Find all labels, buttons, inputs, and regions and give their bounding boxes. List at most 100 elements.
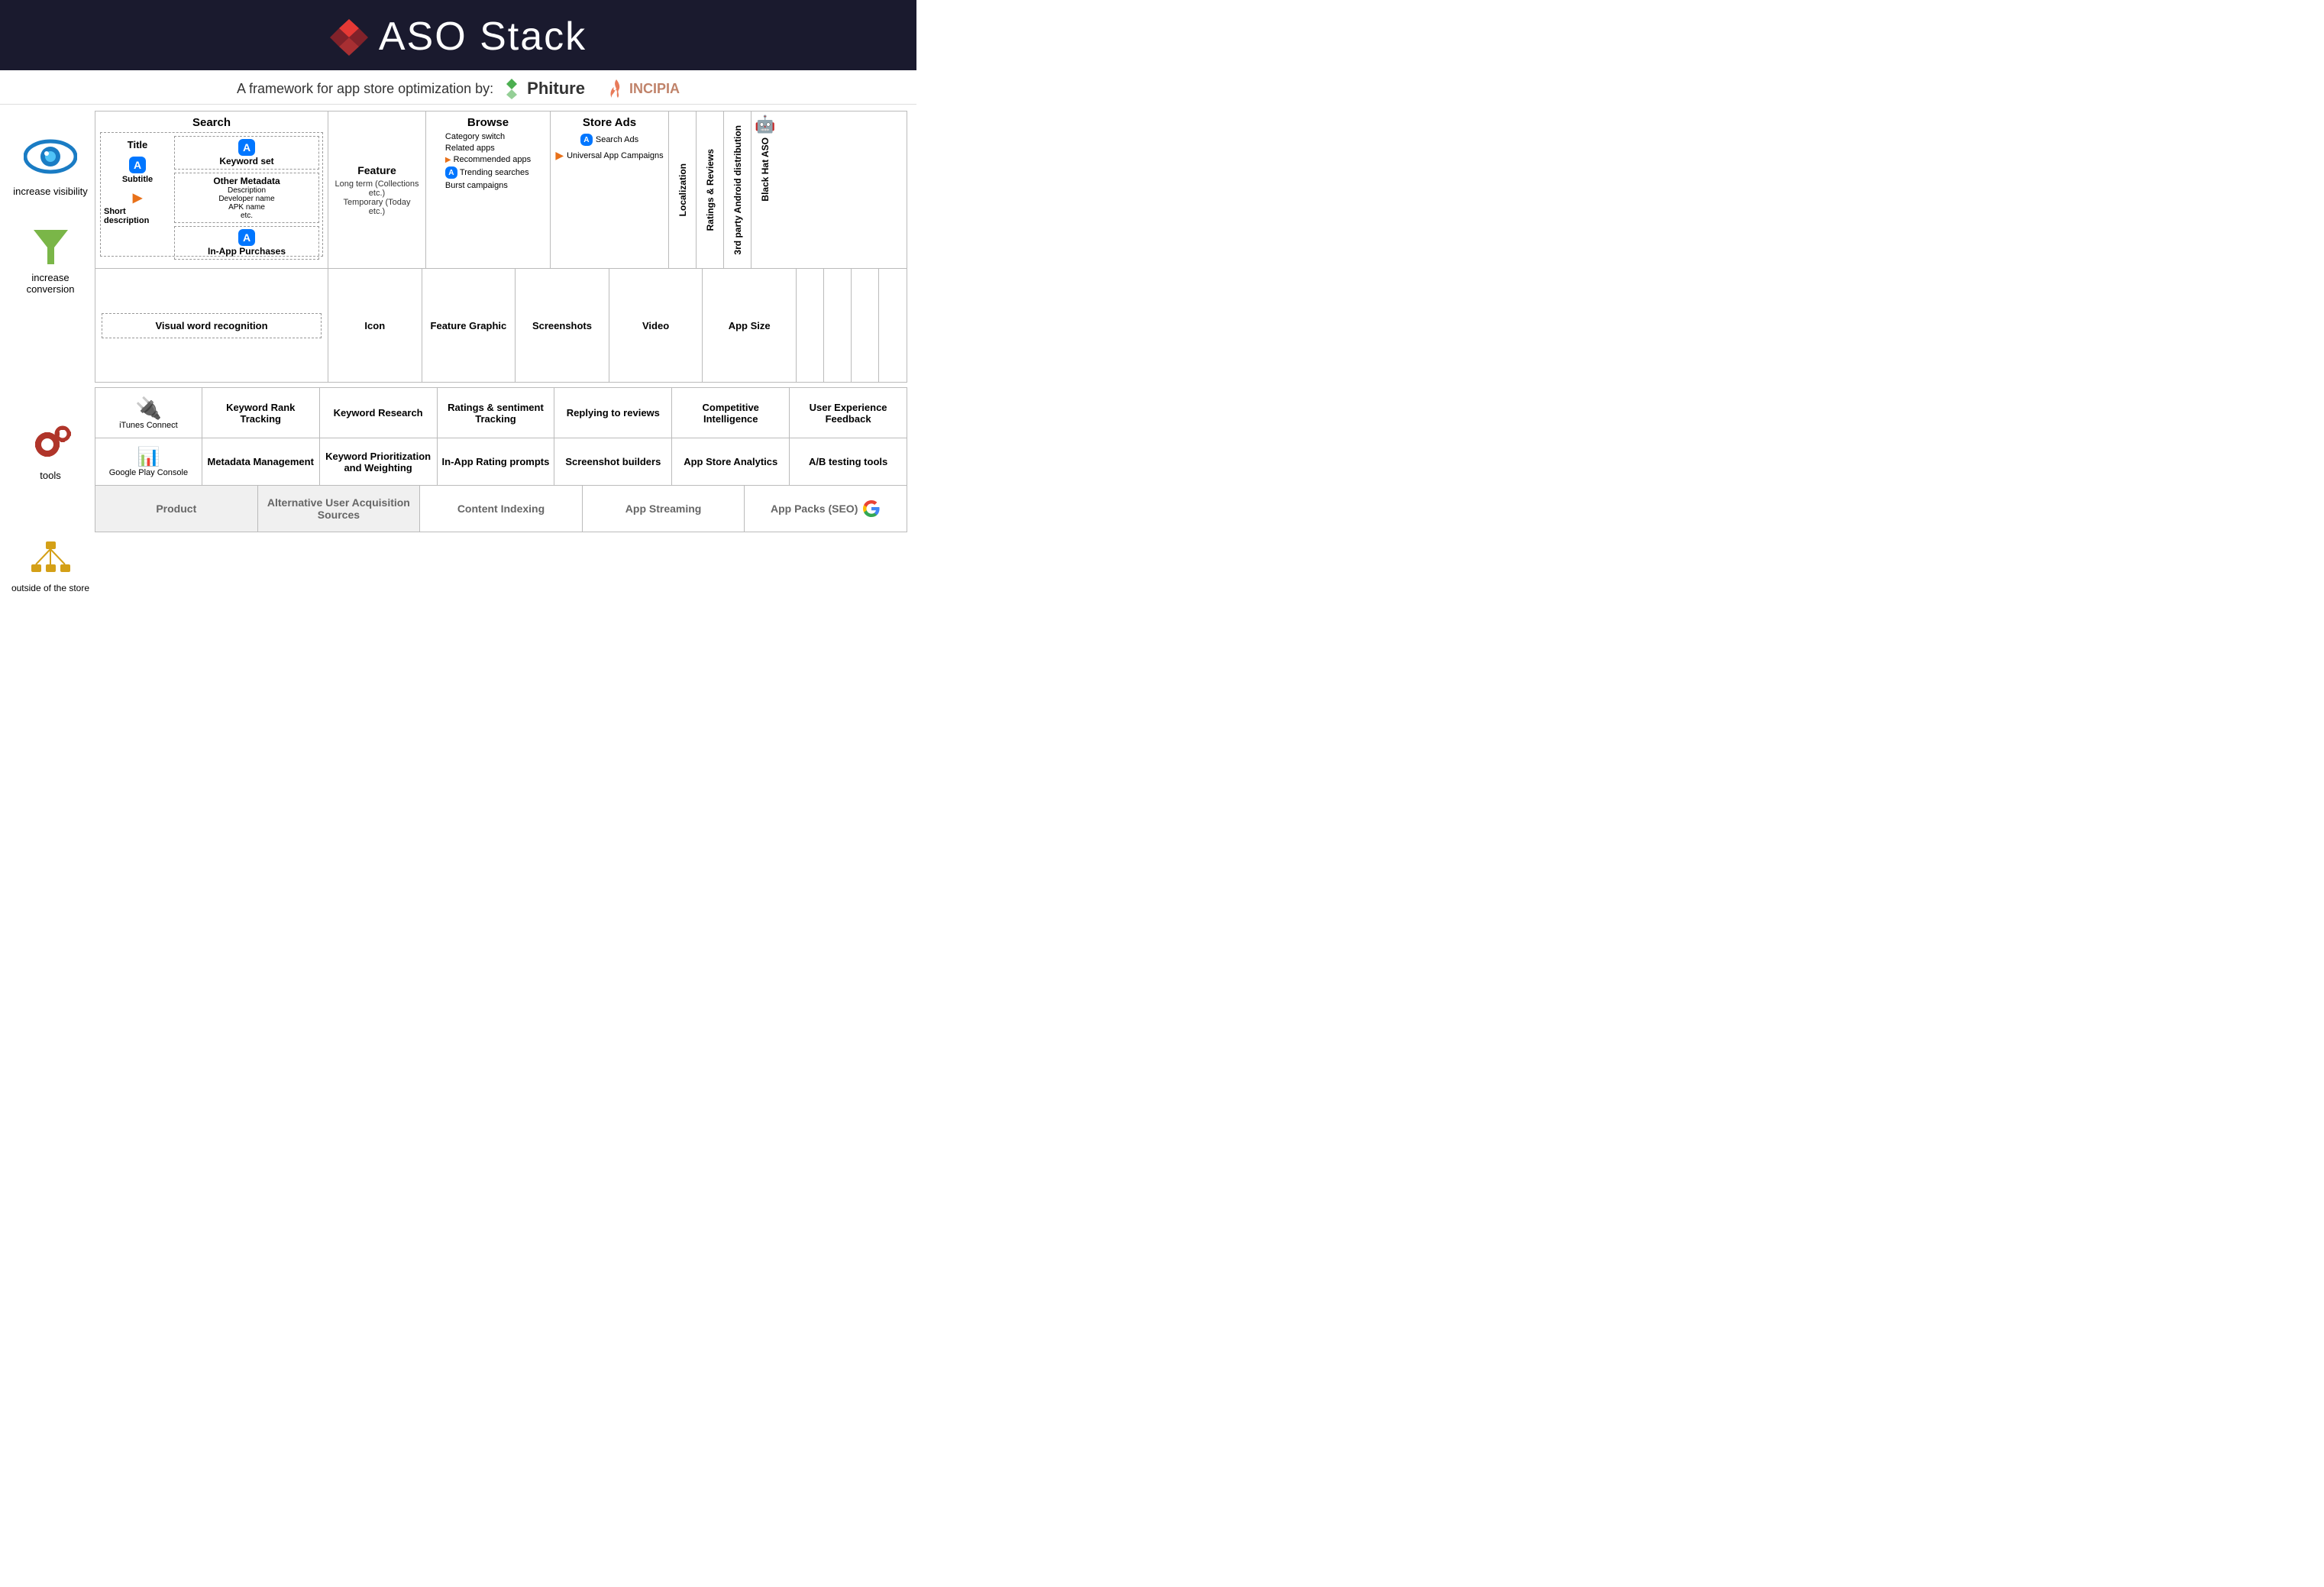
app-store-analytics-cell: App Store Analytics [672, 438, 790, 485]
google-icon [862, 499, 881, 518]
title-label: Title [128, 139, 148, 150]
app-store-small-icon: A [129, 157, 146, 173]
store-ads-title: Store Ads [583, 116, 636, 129]
browse-item-5: Burst campaigns [445, 181, 508, 190]
tools-row-2: 📊 Google Play Console Metadata Managemen… [95, 438, 907, 485]
metadata-mgmt-cell: Metadata Management [202, 438, 320, 485]
lower-row: Visual word recognition Icon Feature Gra… [95, 269, 907, 382]
search-area: Search Title A Subtitle [95, 112, 328, 268]
feature-title: Feature [357, 164, 396, 176]
funnel-icon [30, 226, 72, 266]
play-store-small-icon: ▶ [133, 190, 142, 205]
tools-label: tools [40, 470, 60, 481]
outside-section: Product Alternative User Acquisition Sou… [95, 486, 907, 532]
search-title: Search [100, 116, 323, 129]
localization-col: Localization [669, 112, 697, 268]
visual-word-area: Visual word recognition [95, 269, 328, 382]
keyword-set-box: A Keyword set [174, 136, 319, 170]
localization-label: Localization [677, 163, 688, 216]
incipia-name: INCIPIA [629, 81, 680, 97]
ratings-reviews-col: Ratings & Reviews [697, 112, 724, 268]
content-indexing-cell: Content Indexing [420, 486, 583, 532]
aso-logo-icon [330, 18, 368, 56]
app-packs-cell: App Packs (SEO) [745, 486, 907, 532]
header-title: ASO Stack [379, 14, 587, 60]
eye-icon [24, 134, 77, 179]
feature-subtitle: Long term (Collections etc.)Temporary (T… [335, 179, 419, 216]
ratings-sentiment-cell: Ratings & sentiment Tracking [438, 388, 555, 438]
screenshot-builders-cell: Screenshot builders [554, 438, 672, 485]
tools-section: 🔌 iTunes Connect Keyword Rank Tracking K… [95, 387, 907, 486]
ratings-reviews-label: Ratings & Reviews [705, 149, 716, 231]
product-cell: Product [95, 486, 258, 532]
google-play-cell: 📊 Google Play Console [95, 438, 202, 485]
keyword-rank-cell: Keyword Rank Tracking [202, 388, 320, 438]
app-size-cell: App Size [703, 269, 797, 382]
tools-row-1: 🔌 iTunes Connect Keyword Rank Tracking K… [95, 388, 907, 438]
keyword-prior-cell: Keyword Prioritization and Weighting [320, 438, 438, 485]
increase-visibility-label: increase visibility [13, 186, 88, 197]
store-ads-area: Store Ads A Search Ads ▶ Universal App C… [551, 112, 669, 268]
outside-store-label: outside of the store [11, 583, 89, 593]
tools-label-group: tools [9, 375, 92, 528]
alt-user-cell: Alternative User Acquisition Sources [258, 486, 421, 532]
browse-item-2: Related apps [445, 144, 495, 153]
main-area: increase visibility increase conversion [0, 105, 916, 607]
third-party-label: 3rd party Android distribution [732, 125, 743, 255]
title-item: Title [104, 139, 171, 150]
incipia-flame-icon [608, 78, 625, 99]
phiture-name: Phiture [527, 79, 585, 99]
itunes-label: iTunes Connect [119, 421, 178, 430]
search-left-sub: Title A Subtitle ▶ Short description [104, 136, 171, 253]
in-app-label: In-App Purchases [179, 246, 315, 257]
short-desc-label: Short description [104, 207, 171, 225]
gears-icon [26, 422, 76, 464]
increase-conversion-label: increase conversion [9, 272, 92, 295]
visual-word-box: Visual word recognition [102, 313, 322, 338]
visibility-label-group: increase visibility increase conversion [9, 111, 92, 370]
icon-cell: Icon [328, 269, 422, 382]
black-hat-col: 🤖 Black Hat ASO [752, 112, 779, 268]
black-hat-label: Black Hat ASO [760, 137, 771, 202]
keyword-app-icon: A [238, 139, 255, 156]
feature-area: Feature Long term (Collections etc.)Temp… [328, 112, 426, 268]
itunes-icon: 🔌 [135, 396, 162, 421]
video-cell: Video [609, 269, 703, 382]
universal-play-icon: ▶ [555, 149, 564, 162]
android-icon: 🤖 [755, 115, 775, 134]
visibility-section: Search Title A Subtitle [95, 111, 907, 383]
keyword-research-cell: Keyword Research [320, 388, 438, 438]
browse-area: Browse Category switch Related apps ▶ Re… [426, 112, 551, 268]
replying-reviews-cell: Replying to reviews [554, 388, 672, 438]
browse-item-4: A Trending searches [445, 166, 529, 179]
right-grid: Search Title A Subtitle [95, 111, 907, 601]
inapp-rating-cell: In-App Rating prompts [438, 438, 555, 485]
phiture-diamond-icon [501, 78, 522, 99]
other-metadata-box: Other Metadata DescriptionDeveloper name… [174, 173, 319, 223]
competitive-intel-cell: Competitive Intelligence [672, 388, 790, 438]
third-party-col: 3rd party Android distribution [724, 112, 752, 268]
subtitle-item: A Subtitle [104, 157, 171, 184]
rat-filler [824, 269, 852, 382]
search-ads-item: A Search Ads [580, 134, 638, 146]
inapp-app-icon: A [238, 229, 255, 246]
black-filler [879, 269, 907, 382]
incipia-logo: INCIPIA [608, 78, 680, 99]
in-app-purchases-box: A In-App Purchases [174, 226, 319, 260]
google-play-label: Google Play Console [109, 468, 188, 477]
subtitle-text: A framework for app store optimization b… [237, 81, 493, 97]
itunes-cell: 🔌 iTunes Connect [95, 388, 202, 438]
outside-label-group: outside of the store [9, 532, 92, 601]
header: ASO Stack [0, 0, 916, 70]
universal-app-item: ▶ Universal App Campaigns [555, 149, 663, 162]
feature-graphic-cell: Feature Graphic [422, 269, 516, 382]
network-icon [30, 540, 72, 577]
search-right-sub: A Keyword set Other Metadata Description… [174, 136, 319, 253]
subtitle-label: Subtitle [122, 175, 153, 184]
user-exp-cell: User Experience Feedback [790, 388, 907, 438]
upper-row: Search Title A Subtitle [95, 112, 907, 269]
third-filler [852, 269, 879, 382]
browse-item-1: Category switch [445, 132, 505, 141]
search-ads-icon: A [580, 134, 593, 146]
other-metadata-title: Other Metadata [179, 176, 315, 186]
